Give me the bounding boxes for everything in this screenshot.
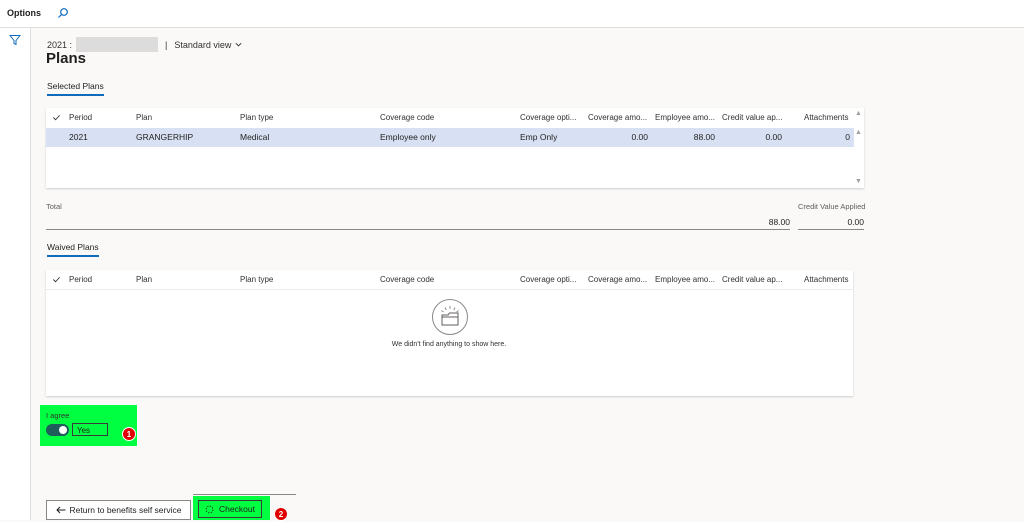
total-label: Total bbox=[46, 202, 62, 211]
grid-header: Period Plan Plan type Coverage code Cove… bbox=[46, 108, 854, 127]
column-header-coverage-option[interactable]: Coverage opti... bbox=[520, 270, 585, 289]
checkout-divider bbox=[193, 494, 296, 495]
column-header-attachments[interactable]: Attachments bbox=[804, 108, 852, 127]
return-button-label: Return to benefits self service bbox=[69, 505, 182, 515]
loading-spinner-icon bbox=[205, 505, 214, 513]
search-icon[interactable] bbox=[57, 7, 69, 19]
cell-coverage-amount: 0.00 bbox=[631, 132, 648, 142]
chevron-down-icon[interactable] bbox=[234, 40, 243, 49]
view-selector[interactable]: Standard view bbox=[174, 40, 231, 50]
agree-value: Yes bbox=[72, 423, 108, 436]
total-value: 88.00 bbox=[46, 215, 790, 230]
tab-selected-plans[interactable]: Selected Plans bbox=[47, 81, 104, 96]
cell-employee-amount: 88.00 bbox=[693, 132, 715, 142]
breadcrumb-year: 2021 : bbox=[47, 39, 73, 50]
breadcrumb-separator: | bbox=[165, 39, 168, 50]
checkmark-icon bbox=[53, 114, 60, 121]
page-title: Plans bbox=[46, 50, 87, 67]
checkout-button[interactable]: Checkout bbox=[198, 500, 262, 518]
column-header-coverage-option[interactable]: Coverage opti... bbox=[520, 108, 585, 127]
cell-plan: GRANGERHIP bbox=[136, 132, 194, 142]
agree-highlight: I agree Yes bbox=[40, 405, 137, 446]
checkout-button-label: Checkout bbox=[219, 504, 255, 514]
top-bar: Options bbox=[0, 0, 1024, 28]
column-header-plan-type[interactable]: Plan type bbox=[240, 270, 370, 289]
step-badge-1: 1 bbox=[122, 427, 136, 441]
table-row[interactable]: 2021 GRANGERHIP Medical Employee only Em… bbox=[46, 128, 854, 147]
toggle-knob bbox=[59, 426, 67, 434]
column-header-plan-type[interactable]: Plan type bbox=[240, 108, 370, 127]
column-header-credit-value[interactable]: Credit value ap... bbox=[722, 270, 786, 289]
credit-value-applied-value: 0.00 bbox=[798, 215, 864, 230]
redacted-name bbox=[76, 37, 159, 52]
grid-header: Period Plan Plan type Coverage code Cove… bbox=[46, 270, 853, 290]
cell-credit-value: 0.00 bbox=[765, 132, 782, 142]
column-header-coverage-code[interactable]: Coverage code bbox=[380, 270, 510, 289]
tab-waived-plans[interactable]: Waived Plans bbox=[47, 242, 99, 257]
cell-coverage-code: Employee only bbox=[380, 132, 436, 142]
column-header-period[interactable]: Period bbox=[69, 270, 129, 289]
cell-attachments: 0 bbox=[845, 132, 850, 142]
column-header-employee-amount[interactable]: Employee amo... bbox=[655, 270, 719, 289]
column-header-plan[interactable]: Plan bbox=[136, 270, 231, 289]
agree-toggle[interactable] bbox=[46, 424, 69, 436]
column-header-coverage-amount[interactable]: Coverage amo... bbox=[588, 270, 652, 289]
column-header-attachments[interactable]: Attachments bbox=[804, 270, 852, 289]
cell-plan-type: Medical bbox=[240, 132, 270, 142]
filter-icon[interactable] bbox=[9, 34, 21, 46]
return-button[interactable]: Return to benefits self service bbox=[46, 500, 191, 520]
options-menu[interactable]: Options bbox=[7, 8, 41, 18]
column-header-credit-value[interactable]: Credit value ap... bbox=[722, 108, 786, 127]
select-all-check[interactable] bbox=[52, 270, 62, 289]
credit-value-applied-label: Credit Value Applied bbox=[798, 202, 866, 211]
column-header-employee-amount[interactable]: Employee amo... bbox=[655, 108, 719, 127]
column-header-coverage-amount[interactable]: Coverage amo... bbox=[588, 108, 652, 127]
cell-coverage-option: Emp Only bbox=[520, 132, 558, 142]
cell-period: 2021 bbox=[69, 132, 88, 142]
empty-message: We didn't find anything to show here. bbox=[391, 341, 507, 348]
step-badge-2: 2 bbox=[274, 507, 288, 521]
checkmark-icon bbox=[53, 276, 60, 283]
select-all-check[interactable] bbox=[52, 108, 62, 127]
left-rail bbox=[0, 28, 31, 520]
scroll-up-arrow[interactable]: ▲ bbox=[855, 110, 862, 117]
scroll-up-arrow-row[interactable]: ▲ bbox=[855, 129, 862, 136]
column-header-coverage-code[interactable]: Coverage code bbox=[380, 108, 510, 127]
column-header-period[interactable]: Period bbox=[69, 108, 129, 127]
arrow-left-icon bbox=[55, 506, 65, 514]
scroll-down-arrow[interactable]: ▼ bbox=[855, 178, 862, 185]
agree-label: I agree bbox=[46, 411, 70, 420]
empty-folder-icon bbox=[432, 299, 468, 335]
column-header-plan[interactable]: Plan bbox=[136, 108, 231, 127]
selected-plans-grid: Period Plan Plan type Coverage code Cove… bbox=[46, 108, 864, 188]
